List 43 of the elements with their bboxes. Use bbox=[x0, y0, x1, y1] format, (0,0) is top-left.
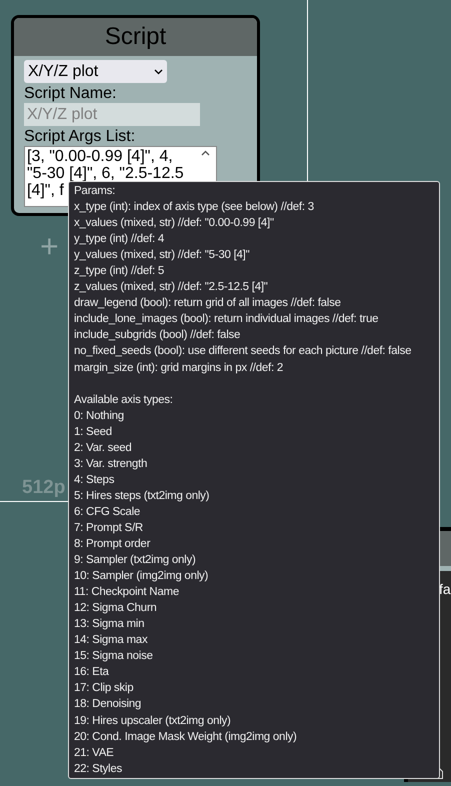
axis-type-entry: 4: Steps bbox=[74, 472, 114, 488]
tooltip-heading: Params: bbox=[74, 184, 116, 199]
axis-type-entry: 13: Sigma min bbox=[74, 617, 144, 632]
axis-type-entry: 8: Prompt order bbox=[74, 536, 150, 552]
axis-type-entry: 20: Cond. Image Mask Weight (img2img only) bbox=[74, 730, 297, 745]
param-description: include_lone_images (bool): return individual images //def: true bbox=[74, 312, 378, 328]
param-description: y_values (mixed, str) //def: "5-30 [4]" bbox=[74, 248, 250, 264]
param-description: y_type (int) //def: 4 bbox=[74, 232, 164, 248]
axis-type-entry: 1: Seed bbox=[74, 424, 112, 440]
axis-type-entry: 21: VAE bbox=[74, 746, 114, 761]
card-title: Script bbox=[104, 22, 166, 52]
axis-type-entry: 22: Styles bbox=[74, 762, 122, 777]
axis-type-entry: 3: Var. strength bbox=[74, 456, 148, 472]
script-dropdown[interactable]: X/Y/Z plot bbox=[24, 60, 167, 83]
axis-type-entry: 7: Prompt S/R bbox=[74, 520, 143, 536]
chevron-down-icon bbox=[154, 68, 163, 74]
param-description: z_values (mixed, str) //def: "2.5-12.5 [4]" bbox=[74, 280, 268, 296]
axis-type-entry: 9: Sampler (txt2img only) bbox=[74, 553, 196, 568]
axis-type-entry: 12: Sigma Churn bbox=[74, 601, 157, 616]
axis-type-entry: 19: Hires upscaler (txt2img only) bbox=[74, 714, 231, 728]
param-description: z_type (int) //def: 5 bbox=[74, 264, 164, 280]
param-description: margin_size (int): grid margins in px //def: 2 bbox=[74, 360, 284, 376]
axis-type-entry: 14: Sigma max bbox=[74, 633, 148, 648]
param-description: draw_legend (bool): return grid of all images //def: false bbox=[74, 296, 341, 312]
size-label: 512p bbox=[22, 476, 66, 500]
axis-type-entry: 15: Sigma noise bbox=[74, 649, 153, 664]
field-label: Script Name: bbox=[24, 84, 116, 103]
panel-text: fa bbox=[439, 580, 451, 599]
tooltip-heading: Available axis types: bbox=[74, 392, 173, 408]
axis-type-entry: 16: Eta bbox=[74, 665, 109, 680]
scroll-up-icon[interactable] bbox=[200, 150, 210, 156]
axis-type-entry: 11: Checkpoint Name bbox=[74, 585, 179, 600]
axis-type-entry: 18: Denoising bbox=[74, 697, 142, 712]
axis-type-entry: 6: CFG Scale bbox=[74, 504, 140, 520]
axis-type-entry: 2: Var. seed bbox=[74, 440, 132, 456]
param-description: x_values (mixed, str) //def: "0.00-0.99 [4]" bbox=[74, 216, 274, 232]
field-label: Script Args List: bbox=[24, 127, 136, 146]
axis-type-entry: 0: Nothing bbox=[74, 408, 124, 424]
param-description: include_subgrids (bool) //def: false bbox=[74, 328, 240, 344]
param-description: no_fixed_seeds (bool): use different seeds for each picture //def: false bbox=[74, 344, 412, 360]
axis-type-entry: 10: Sampler (img2img only) bbox=[74, 569, 208, 584]
axis-type-entry: 5: Hires steps (txt2img only) bbox=[74, 488, 210, 504]
axis-type-entry: 17: Clip skip bbox=[74, 681, 134, 696]
